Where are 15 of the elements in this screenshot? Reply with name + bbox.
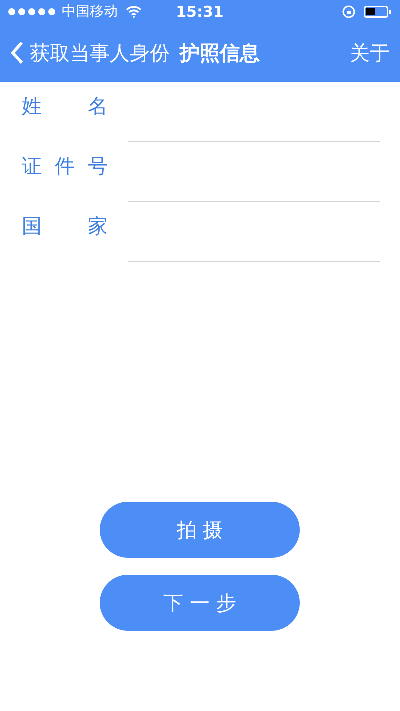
wifi-icon bbox=[126, 6, 142, 18]
field-label: 证 件 号 bbox=[22, 153, 108, 180]
rotation-lock-icon bbox=[342, 5, 356, 19]
field-label: 姓 名 bbox=[22, 93, 108, 120]
capture-button[interactable]: 拍 摄 bbox=[100, 502, 300, 558]
battery-icon bbox=[364, 6, 392, 18]
next-button[interactable]: 下 一 步 bbox=[100, 575, 300, 631]
nav-title: 护照信息 bbox=[180, 40, 260, 66]
carrier-name: 中国移动 bbox=[62, 3, 118, 21]
field-label: 国 家 bbox=[22, 213, 108, 240]
chevron-left-icon bbox=[10, 41, 24, 65]
about-button[interactable]: 关于 bbox=[350, 40, 390, 66]
status-time: 15:31 bbox=[176, 3, 224, 21]
signal-icon bbox=[8, 8, 58, 16]
back-button[interactable]: 获取当事人身份 bbox=[10, 40, 170, 66]
